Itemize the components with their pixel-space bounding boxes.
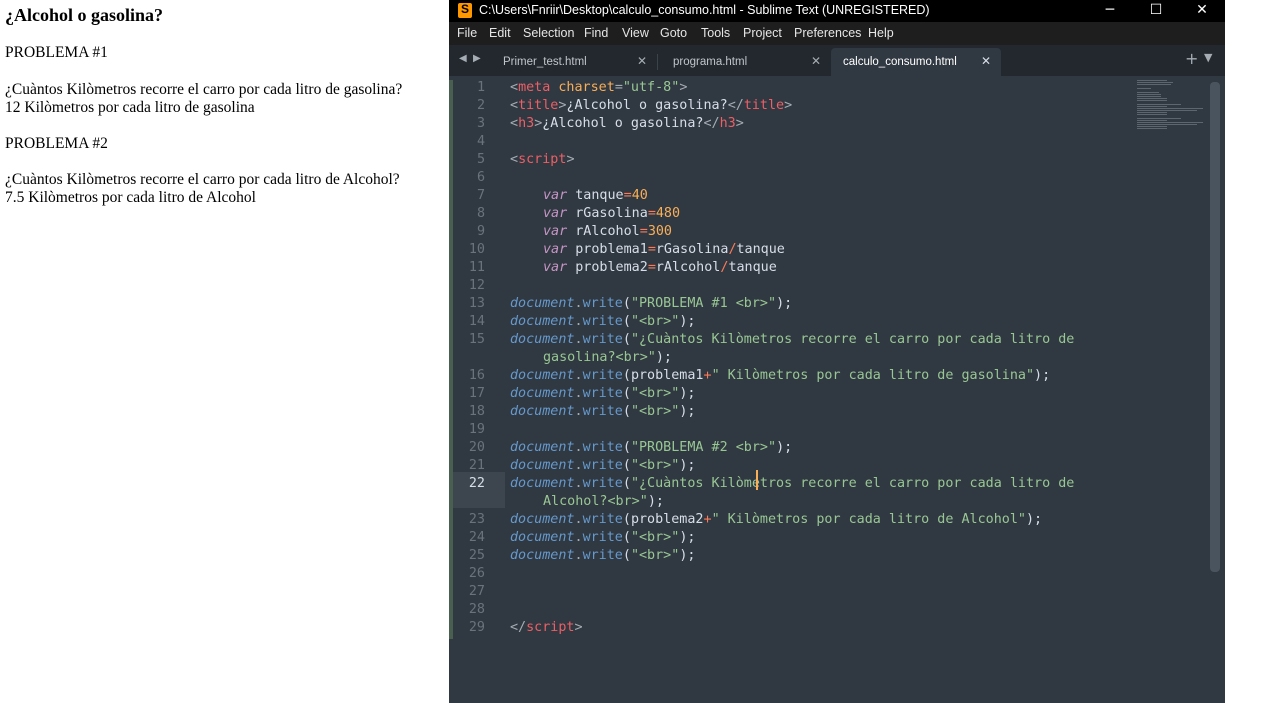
line-number: 14 — [468, 314, 485, 329]
code-line: <title>¿Alcohol o gasolina?</title> — [510, 98, 793, 113]
tab-calculo-consumo[interactable]: calculo_consumo.html ✕ — [831, 48, 1001, 76]
code-line: document.write("<br>"); — [510, 404, 696, 419]
code-line: var problema2=rAlcohol/tanque — [543, 260, 777, 275]
code-line-wrapped: gasolina?<br>"); — [543, 350, 672, 365]
line-number: 19 — [468, 422, 485, 437]
tab-bar: ◀ ▶ Primer_test.html ✕ programa.html ✕ c… — [449, 45, 1225, 76]
line-number: 10 — [468, 242, 485, 257]
menu-selection[interactable]: Selection — [523, 26, 574, 40]
vertical-scrollbar[interactable] — [1210, 82, 1220, 572]
menu-edit[interactable]: Edit — [489, 26, 511, 40]
sublime-logo-icon — [458, 2, 472, 18]
code-line: var tanque=40 — [543, 188, 648, 203]
title-bar[interactable]: C:\Users\Fnriir\Desktop\calculo_consumo.… — [449, 0, 1225, 22]
line-number: 21 — [468, 458, 485, 473]
code-line-current: document.write("¿Cuàntos Kilòmetros reco… — [510, 476, 1075, 491]
line-number: 4 — [476, 134, 485, 149]
code-line: document.write("<br>"); — [510, 458, 696, 473]
code-line: document.write("¿Cuàntos Kilòmetros reco… — [510, 332, 1075, 347]
code-line: document.write("PROBLEMA #2 <br>"); — [510, 440, 793, 455]
line-number: 5 — [476, 152, 485, 167]
maximize-icon[interactable]: ☐ — [1133, 0, 1179, 22]
menu-view[interactable]: View — [622, 26, 649, 40]
code-line: document.write("<br>"); — [510, 548, 696, 563]
tab-close-icon[interactable]: ✕ — [811, 54, 821, 68]
output-problem2-question: ¿Cuàntos Kilòmetros recorre el carro por… — [5, 171, 400, 188]
line-number: 17 — [468, 386, 485, 401]
close-icon[interactable]: ✕ — [1179, 0, 1225, 22]
menu-bar: File Edit Selection Find View Goto Tools… — [449, 22, 1225, 45]
code-line: document.write("<br>"); — [510, 530, 696, 545]
code-line: var rGasolina=480 — [543, 206, 681, 221]
new-tab-icon[interactable]: + — [1185, 49, 1198, 68]
menu-find[interactable]: Find — [584, 26, 608, 40]
menu-goto[interactable]: Goto — [660, 26, 687, 40]
line-number: 2 — [476, 98, 485, 113]
code-line: document.write("PROBLEMA #1 <br>"); — [510, 296, 793, 311]
line-number: 8 — [476, 206, 485, 221]
line-number: 28 — [468, 602, 485, 617]
code-line: <script> — [510, 152, 575, 167]
code-line: document.write("<br>"); — [510, 314, 696, 329]
tab-label: Primer_test.html — [503, 56, 587, 68]
tab-programa[interactable]: programa.html ✕ — [661, 48, 831, 76]
line-number: 26 — [468, 566, 485, 581]
code-line: <h3>¿Alcohol o gasolina?</h3> — [510, 116, 744, 131]
line-number: 24 — [468, 530, 485, 545]
tab-close-icon[interactable]: ✕ — [981, 54, 991, 68]
menu-help[interactable]: Help — [868, 26, 894, 40]
output-problem1-question: ¿Cuàntos Kilòmetros recorre el carro por… — [5, 81, 403, 98]
code-line: document.write(problema2+" Kilòmetros po… — [510, 512, 1043, 527]
line-number: 20 — [468, 440, 485, 455]
menu-preferences[interactable]: Preferences — [794, 26, 861, 40]
line-number: 18 — [468, 404, 485, 419]
text-cursor — [756, 470, 758, 490]
code-line: document.write("<br>"); — [510, 386, 696, 401]
line-number: 9 — [476, 224, 485, 239]
output-problem1-title: PROBLEMA #1 — [5, 44, 108, 61]
code-editor[interactable]: 1 2 3 4 5 6 7 8 9 10 11 12 13 14 15 16 1… — [449, 76, 1225, 703]
tab-next-icon[interactable]: ▶ — [473, 53, 481, 64]
tab-prev-icon[interactable]: ◀ — [459, 53, 467, 64]
browser-page: ¿Alcohol o gasolina? PROBLEMA #1 ¿Cuànto… — [0, 0, 449, 703]
tab-label: calculo_consumo.html — [843, 56, 957, 68]
line-number: 7 — [476, 188, 485, 203]
code-line: var rAlcohol=300 — [543, 224, 672, 239]
line-number: 16 — [468, 368, 485, 383]
line-number: 11 — [468, 260, 485, 275]
line-number: 15 — [468, 332, 485, 347]
page-heading: ¿Alcohol o gasolina? — [5, 5, 164, 25]
menu-file[interactable]: File — [457, 26, 477, 40]
output-problem1-answer: 12 Kilòmetros por cada litro de gasolina — [5, 99, 255, 116]
minimize-icon[interactable]: ─ — [1087, 0, 1133, 22]
tab-menu-icon[interactable]: ▼ — [1204, 51, 1212, 64]
line-number: 29 — [468, 620, 485, 635]
tab-close-icon[interactable]: ✕ — [637, 54, 647, 68]
line-number-current: 22 — [468, 476, 485, 491]
tab-separator — [657, 54, 658, 70]
line-number: 6 — [476, 170, 485, 185]
code-line: </script> — [510, 620, 583, 635]
line-number: 25 — [468, 548, 485, 563]
minimap[interactable] — [1137, 80, 1213, 150]
line-number: 23 — [468, 512, 485, 527]
line-number: 13 — [468, 296, 485, 311]
menu-project[interactable]: Project — [743, 26, 782, 40]
line-number: 3 — [476, 116, 485, 131]
window-title: C:\Users\Fnriir\Desktop\calculo_consumo.… — [479, 3, 930, 17]
code-line: <meta charset="utf-8"> — [510, 80, 688, 95]
tab-label: programa.html — [673, 56, 748, 68]
tab-primer-test[interactable]: Primer_test.html ✕ — [491, 48, 658, 76]
output-problem2-title: PROBLEMA #2 — [5, 135, 108, 152]
sublime-window: C:\Users\Fnriir\Desktop\calculo_consumo.… — [449, 0, 1225, 703]
output-problem2-answer: 7.5 Kilòmetros por cada litro de Alcohol — [5, 189, 256, 206]
code-line: document.write(problema1+" Kilòmetros po… — [510, 368, 1051, 383]
code-line-wrapped: Alcohol?<br>"); — [543, 494, 664, 509]
line-number: 12 — [468, 278, 485, 293]
menu-tools[interactable]: Tools — [701, 26, 730, 40]
line-number: 27 — [468, 584, 485, 599]
code-line: var problema1=rGasolina/tanque — [543, 242, 785, 257]
line-number: 1 — [476, 80, 485, 95]
